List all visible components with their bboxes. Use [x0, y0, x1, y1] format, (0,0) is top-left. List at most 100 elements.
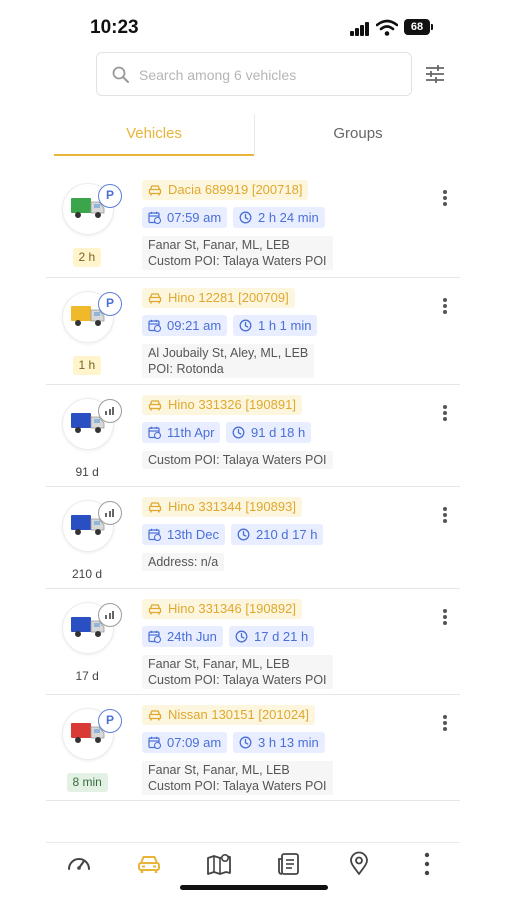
last-update-chip: 13th Dec	[142, 524, 226, 545]
last-update-time: 07:09 am	[167, 735, 222, 750]
vehicle-address: Al Joubaily St, Aley, ML, LEB POI: Rotond…	[142, 344, 315, 378]
vehicle-row[interactable]: P 1 h Hino 12281 [200709] 09:21 am 1 h 1 min…	[46, 278, 460, 385]
elapsed-chip: 17 d 21 h	[229, 626, 315, 647]
car-icon	[148, 293, 162, 304]
vehicle-name-chip[interactable]: Dacia 689919 [200718]	[142, 180, 309, 200]
more-vertical-icon[interactable]	[414, 851, 440, 877]
car-icon[interactable]	[136, 851, 162, 877]
speedometer-icon[interactable]	[66, 851, 92, 877]
poi-line: POI: Rotonda	[148, 362, 224, 376]
address-line: Fanar St, Fanar, ML, LEB	[148, 657, 290, 671]
vehicle-name: Hino 12281 [200709]	[168, 290, 289, 305]
vehicle-row[interactable]: 91 d Hino 331326 [190891] 11th Apr 91 d 18 …	[46, 385, 460, 487]
clock-icon	[232, 426, 245, 439]
elapsed-time: 17 d 21 h	[254, 629, 309, 644]
duration-badge: 8 min	[66, 773, 108, 792]
battery-indicator: 68	[404, 19, 430, 35]
vehicle-row[interactable]: 17 d Hino 331346 [190892] 24th Jun 17 d 21 …	[46, 589, 460, 695]
vehicle-row[interactable]: 210 d Hino 331344 [190893] 13th Dec 210 d 1…	[46, 487, 460, 589]
clock-icon	[237, 528, 250, 541]
report-icon[interactable]	[276, 851, 302, 877]
calendar-clock-icon	[148, 630, 162, 644]
elapsed-chip: 1 h 1 min	[233, 315, 318, 336]
vehicle-row[interactable]: P 8 min Nissan 130151 [201024] 07:09 am 3 h …	[46, 695, 460, 801]
elapsed-chip: 91 d 18 h	[226, 422, 312, 443]
location-pin-icon[interactable]	[346, 851, 372, 877]
vehicle-name-chip[interactable]: Nissan 130151 [201024]	[142, 705, 315, 725]
elapsed-chip: 210 d 17 h	[231, 524, 324, 545]
clock-icon	[239, 736, 252, 749]
last-update-chip: 07:09 am	[142, 732, 228, 753]
last-update-chip: 07:59 am	[142, 207, 228, 228]
vehicle-address: Fanar St, Fanar, ML, LEB Custom POI: Tala…	[142, 236, 333, 270]
vehicle-list: P 2 h Dacia 689919 [200718] 07:59 am 2 h 24 …	[46, 170, 460, 801]
vehicle-row[interactable]: P 2 h Dacia 689919 [200718] 07:59 am 2 h 24 …	[46, 170, 460, 278]
elapsed-time: 3 h 13 min	[258, 735, 319, 750]
elapsed-time: 91 d 18 h	[251, 425, 306, 440]
last-update-time: 07:59 am	[167, 210, 222, 225]
parking-status-icon: P	[98, 709, 122, 733]
vehicle-address: Fanar St, Fanar, ML, LEB Custom POI: Tala…	[142, 655, 333, 689]
tab-divider	[254, 114, 255, 154]
no-signal-status-icon	[98, 603, 122, 627]
map-icon[interactable]	[206, 851, 232, 877]
elapsed-time: 2 h 24 min	[258, 210, 319, 225]
last-update-chip: 11th Apr	[142, 422, 221, 443]
last-update-chip: 24th Jun	[142, 626, 223, 647]
address-line: Fanar St, Fanar, ML, LEB	[148, 763, 290, 777]
last-update-time: 24th Jun	[167, 629, 217, 644]
search-bar[interactable]	[96, 52, 412, 96]
address-line: Fanar St, Fanar, ML, LEB	[148, 238, 290, 252]
vehicle-options-icon[interactable]	[438, 713, 452, 733]
clock-icon	[239, 319, 252, 332]
vehicle-name: Dacia 689919 [200718]	[168, 182, 303, 197]
tab-vehicles[interactable]: Vehicles	[54, 114, 254, 156]
filter-sliders-icon[interactable]	[424, 63, 446, 85]
vehicle-options-icon[interactable]	[438, 296, 452, 316]
vehicle-options-icon[interactable]	[438, 607, 452, 627]
elapsed-time: 1 h 1 min	[258, 318, 312, 333]
vehicle-name-chip[interactable]: Hino 331344 [190893]	[142, 497, 302, 517]
tab-groups[interactable]: Groups	[256, 114, 460, 154]
vehicle-name: Hino 331344 [190893]	[168, 499, 296, 514]
search-icon	[112, 66, 129, 83]
elapsed-time: 210 d 17 h	[256, 527, 318, 542]
vehicle-address: Address: n/a	[142, 553, 225, 571]
duration-badge: 91 d	[75, 465, 99, 479]
vehicle-options-icon[interactable]	[438, 505, 452, 525]
no-signal-status-icon	[98, 399, 122, 423]
vehicle-options-icon[interactable]	[438, 403, 452, 423]
elapsed-chip: 3 h 13 min	[233, 732, 325, 753]
home-indicator	[180, 885, 328, 890]
vehicle-name-chip[interactable]: Hino 12281 [200709]	[142, 288, 295, 308]
last-update-time: 09:21 am	[167, 318, 222, 333]
car-icon	[148, 400, 162, 411]
poi-line: Custom POI: Talaya Waters POI	[148, 673, 327, 687]
address-line: Al Joubaily St, Aley, ML, LEB	[148, 346, 309, 360]
vehicle-name-chip[interactable]: Hino 331346 [190892]	[142, 599, 302, 619]
car-icon	[148, 185, 162, 196]
elapsed-chip: 2 h 24 min	[233, 207, 325, 228]
car-icon	[148, 502, 162, 513]
duration-badge: 210 d	[72, 567, 103, 581]
bottom-nav	[46, 842, 460, 883]
cellular-signal-icon	[350, 22, 370, 36]
vehicle-name-chip[interactable]: Hino 331326 [190891]	[142, 395, 302, 415]
calendar-clock-icon	[148, 528, 162, 542]
battery-tip	[431, 24, 433, 30]
duration-badge: 17 d	[75, 669, 99, 683]
address-line: Custom POI: Talaya Waters POI	[148, 453, 327, 467]
car-icon	[148, 710, 162, 721]
car-icon	[148, 604, 162, 615]
duration-badge: 2 h	[72, 248, 102, 267]
parking-status-icon: P	[98, 184, 122, 208]
clock-icon	[235, 630, 248, 643]
no-signal-status-icon	[98, 501, 122, 525]
vehicle-address: Fanar St, Fanar, ML, LEB Custom POI: Tala…	[142, 761, 333, 795]
search-input[interactable]	[137, 61, 401, 89]
calendar-clock-icon	[148, 736, 162, 750]
calendar-clock-icon	[148, 319, 162, 333]
vehicle-address: Custom POI: Talaya Waters POI	[142, 451, 333, 469]
last-update-chip: 09:21 am	[142, 315, 228, 336]
vehicle-options-icon[interactable]	[438, 188, 452, 208]
